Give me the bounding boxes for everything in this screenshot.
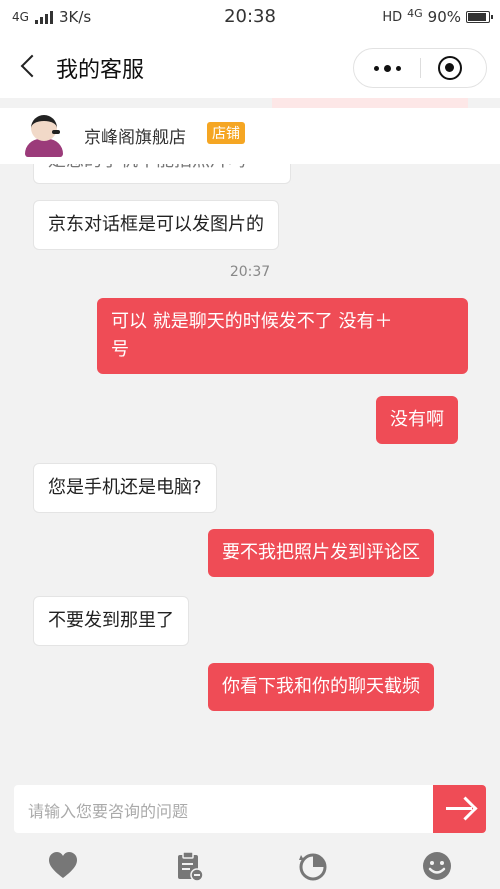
shop-badge[interactable]: 店铺 <box>207 122 245 144</box>
target-close-icon[interactable] <box>438 56 462 80</box>
capsule-divider <box>420 58 421 78</box>
bottom-toolbar <box>0 842 500 889</box>
battery-icon <box>466 11 493 23</box>
message-bubble: 你看下我和你的聊天截频 <box>208 663 434 711</box>
message-line: 可以 就是聊天的时候发不了 没有＋ <box>111 311 393 332</box>
message-bubble: 没有啊 <box>376 396 458 444</box>
message-line: 号 <box>111 339 129 360</box>
status-right: HD 4G 90% <box>382 6 493 26</box>
heart-icon[interactable] <box>47 850 79 882</box>
shop-header[interactable]: 京峰阁旗舰店 店铺 <box>0 108 500 164</box>
page-title: 我的客服 <box>56 58 145 83</box>
nav-bar: 我的客服 <box>0 36 500 98</box>
emoji-icon[interactable] <box>421 850 453 882</box>
message-bubble: 您是手机还是电脑? <box>33 463 217 513</box>
message-bubble: 可以 就是聊天的时候发不了 没有＋ 号 <box>97 298 468 374</box>
message-bubble: 要不我把照片发到评论区 <box>208 529 434 577</box>
send-button[interactable] <box>433 785 486 833</box>
more-dots-icon[interactable] <box>354 49 420 87</box>
chat-area[interactable]: 京峰阁旗舰店 店铺 是您的手机不能拍照片吗 京东对话框是可以发图片的 20:37… <box>0 98 500 780</box>
message-bubble: 京东对话框是可以发图片的 <box>33 200 279 250</box>
status-bar: 4G 3K/s 20:38 HD 4G 90% <box>0 0 500 36</box>
message-bubble: 不要发到那里了 <box>33 596 189 646</box>
clipboard-icon[interactable] <box>173 850 205 882</box>
message-input[interactable]: 请输入您要咨询的问题 <box>14 785 434 833</box>
avatar <box>22 112 66 158</box>
shop-name: 京峰阁旗舰店 <box>84 128 186 148</box>
arrow-right-icon <box>446 807 472 810</box>
message-timestamp: 20:37 <box>229 264 271 280</box>
history-icon[interactable] <box>296 850 328 882</box>
battery-percent: 90% <box>427 8 461 26</box>
hd-indicator: HD <box>382 9 403 25</box>
mini-program-capsule <box>353 48 487 88</box>
input-bar: 请输入您要咨询的问题 <box>0 780 500 842</box>
network-type-right: 4G <box>407 6 423 20</box>
back-icon[interactable] <box>14 50 44 84</box>
